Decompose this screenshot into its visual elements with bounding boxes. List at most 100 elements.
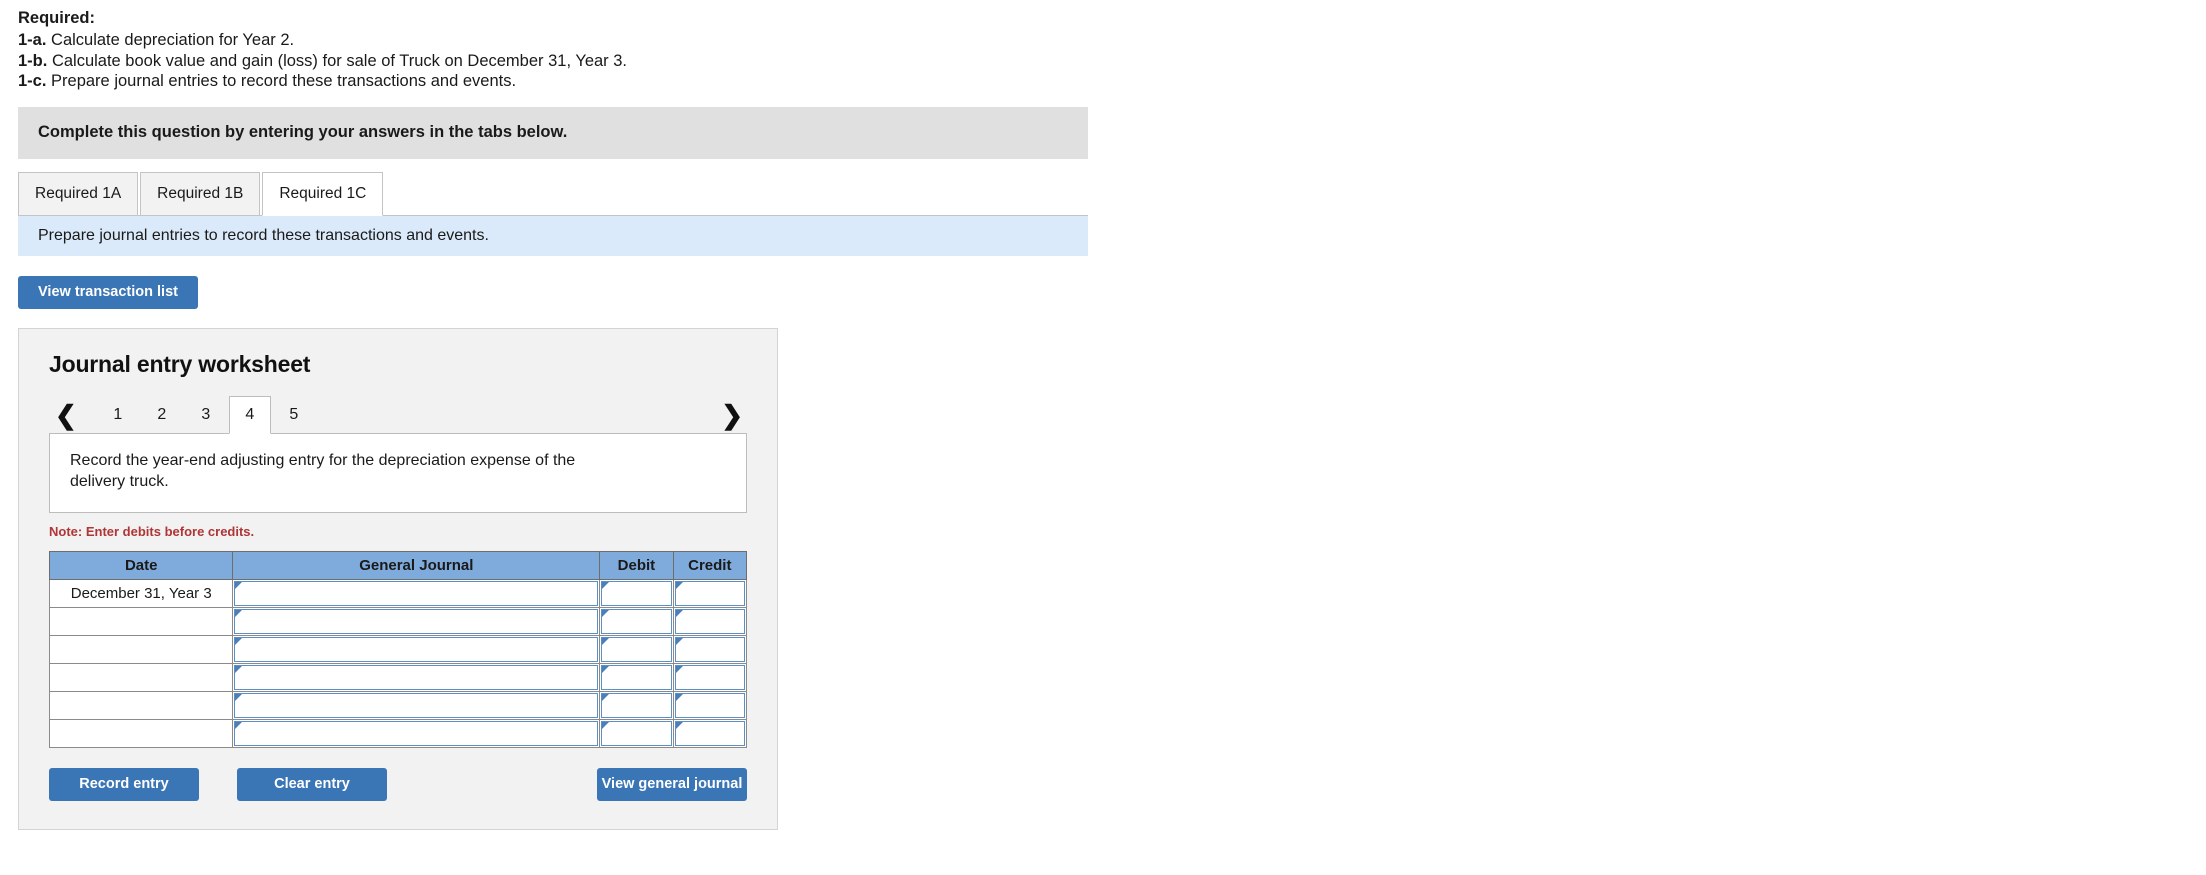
required-item-1b-label: 1-b. <box>18 51 48 70</box>
tab-instruction-text: Prepare journal entries to record these … <box>38 226 489 244</box>
journal-credit-input-6[interactable] <box>674 720 745 746</box>
worksheet-page-3[interactable]: 3 <box>185 396 227 434</box>
journal-cell-debit-4[interactable] <box>599 662 674 692</box>
journal-debit-input-1[interactable] <box>601 580 672 606</box>
journal-cell-credit-1[interactable] <box>672 578 748 608</box>
journal-cell-account-3[interactable] <box>232 634 601 664</box>
journal-cell-credit-5[interactable] <box>672 690 748 720</box>
worksheet-pager: ❮ 1 2 3 4 5 ❯ <box>49 395 751 434</box>
view-general-journal-button[interactable]: View general journal <box>597 767 747 801</box>
journal-cell-debit-5[interactable] <box>599 690 674 720</box>
worksheet-instruction-text: Record the year-end adjusting entry for … <box>70 451 576 490</box>
worksheet-page-2[interactable]: 2 <box>141 396 183 434</box>
required-item-1c-label: 1-c. <box>18 72 47 90</box>
worksheet-page-4[interactable]: 4 <box>228 395 271 434</box>
journal-cell-debit-1[interactable] <box>599 578 674 608</box>
tab-required-1a-label: Required 1A <box>35 184 122 202</box>
journal-cell-debit-2[interactable] <box>599 606 674 636</box>
journal-cell-account-2[interactable] <box>232 606 601 636</box>
journal-table-header-row: Date General Journal Debit Credit <box>48 550 748 580</box>
journal-entry-worksheet-panel: Journal entry worksheet ❮ 1 2 3 4 5 ❯ Re… <box>18 327 778 830</box>
required-block: Required: 1-a. Calculate depreciation fo… <box>18 8 2206 92</box>
worksheet-page-1-label: 1 <box>113 405 123 423</box>
record-entry-button[interactable]: Record entry <box>49 767 199 801</box>
journal-col-credit: Credit <box>672 550 748 580</box>
requirement-tabs: Required 1A Required 1B Required 1C <box>18 171 1088 216</box>
journal-cell-date-3[interactable] <box>48 634 234 664</box>
journal-credit-input-5[interactable] <box>674 692 745 718</box>
required-item-1a: 1-a. Calculate depreciation for Year 2. <box>18 30 2206 51</box>
journal-cell-date-5[interactable] <box>48 690 234 720</box>
journal-account-input-1[interactable] <box>234 580 599 606</box>
journal-debit-input-2[interactable] <box>601 608 672 634</box>
chevron-left-icon[interactable]: ❮ <box>49 402 83 434</box>
tab-required-1a[interactable]: Required 1A <box>18 171 139 216</box>
journal-cell-account-4[interactable] <box>232 662 601 692</box>
journal-cell-debit-6[interactable] <box>599 718 674 748</box>
journal-cell-account-5[interactable] <box>232 690 601 720</box>
journal-cell-date-1[interactable]: December 31, Year 3 <box>48 578 234 608</box>
journal-col-date: Date <box>48 550 234 580</box>
required-item-1c: 1-c. Prepare journal entries to record t… <box>18 71 2206 92</box>
journal-cell-credit-4[interactable] <box>672 662 748 692</box>
worksheet-action-buttons: Record entry Clear entry View general jo… <box>49 767 747 801</box>
required-item-1b-text: Calculate book value and gain (loss) for… <box>51 51 628 70</box>
journal-credit-input-2[interactable] <box>674 608 745 634</box>
worksheet-page-5[interactable]: 5 <box>273 396 315 434</box>
view-transaction-list-button[interactable]: View transaction list <box>18 275 198 309</box>
journal-cell-date-2[interactable] <box>48 606 234 636</box>
tab-required-1b[interactable]: Required 1B <box>140 171 261 216</box>
worksheet-page-1[interactable]: 1 <box>97 396 139 434</box>
page-root: Required: 1-a. Calculate depreciation fo… <box>0 0 2206 875</box>
journal-debit-input-3[interactable] <box>601 636 672 662</box>
journal-cell-date-6[interactable] <box>48 718 234 748</box>
journal-cell-debit-3[interactable] <box>599 634 674 664</box>
worksheet-page-2-label: 2 <box>157 405 167 423</box>
view-transaction-list-row: View transaction list <box>18 275 2206 309</box>
required-item-1c-text: Prepare journal entries to record these … <box>51 72 517 90</box>
table-row: December 31, Year 3 <box>48 578 748 608</box>
journal-credit-input-3[interactable] <box>674 636 745 662</box>
required-item-1a-text: Calculate depreciation for Year 2. <box>51 31 295 49</box>
debits-before-credits-note: Note: Enter debits before credits. <box>49 523 255 539</box>
table-row <box>48 690 748 720</box>
complete-question-banner-text: Complete this question by entering your … <box>38 123 568 141</box>
journal-cell-credit-6[interactable] <box>672 718 748 748</box>
journal-debit-input-5[interactable] <box>601 692 672 718</box>
worksheet-instruction-box: Record the year-end adjusting entry for … <box>49 432 747 513</box>
clear-entry-button[interactable]: Clear entry <box>237 767 387 801</box>
complete-question-banner: Complete this question by entering your … <box>18 106 1088 159</box>
journal-account-input-2[interactable] <box>234 608 599 634</box>
table-row <box>48 606 748 636</box>
worksheet-page-4-label: 4 <box>245 405 255 423</box>
journal-col-general-journal: General Journal <box>232 550 601 580</box>
journal-credit-input-4[interactable] <box>674 664 745 690</box>
worksheet-title: Journal entry worksheet <box>49 350 311 377</box>
journal-account-input-4[interactable] <box>234 664 599 690</box>
journal-account-input-6[interactable] <box>234 720 599 746</box>
required-heading: Required: <box>18 9 96 27</box>
tab-required-1b-label: Required 1B <box>157 184 244 202</box>
required-item-1a-label: 1-a. <box>18 31 47 49</box>
journal-cell-account-1[interactable] <box>232 578 601 608</box>
journal-cell-credit-2[interactable] <box>672 606 748 636</box>
journal-cell-date-4[interactable] <box>48 662 234 692</box>
journal-debit-input-4[interactable] <box>601 664 672 690</box>
journal-account-input-5[interactable] <box>234 692 599 718</box>
chevron-right-icon[interactable]: ❯ <box>715 402 749 434</box>
tab-required-1c-label: Required 1C <box>279 184 367 202</box>
journal-account-input-3[interactable] <box>234 636 599 662</box>
worksheet-page-5-label: 5 <box>289 405 299 423</box>
journal-cell-account-6[interactable] <box>232 718 601 748</box>
journal-col-debit: Debit <box>599 550 674 580</box>
table-row <box>48 662 748 692</box>
tab-instruction-banner: Prepare journal entries to record these … <box>18 215 1088 256</box>
tab-required-1c[interactable]: Required 1C <box>262 171 384 216</box>
table-row <box>48 634 748 664</box>
journal-cell-credit-3[interactable] <box>672 634 748 664</box>
journal-entry-table: Date General Journal Debit Credit Decemb… <box>48 550 748 748</box>
journal-debit-input-6[interactable] <box>601 720 672 746</box>
required-item-1b: 1-b. Calculate book value and gain (loss… <box>18 51 2206 72</box>
table-row <box>48 718 748 748</box>
journal-credit-input-1[interactable] <box>674 580 745 606</box>
